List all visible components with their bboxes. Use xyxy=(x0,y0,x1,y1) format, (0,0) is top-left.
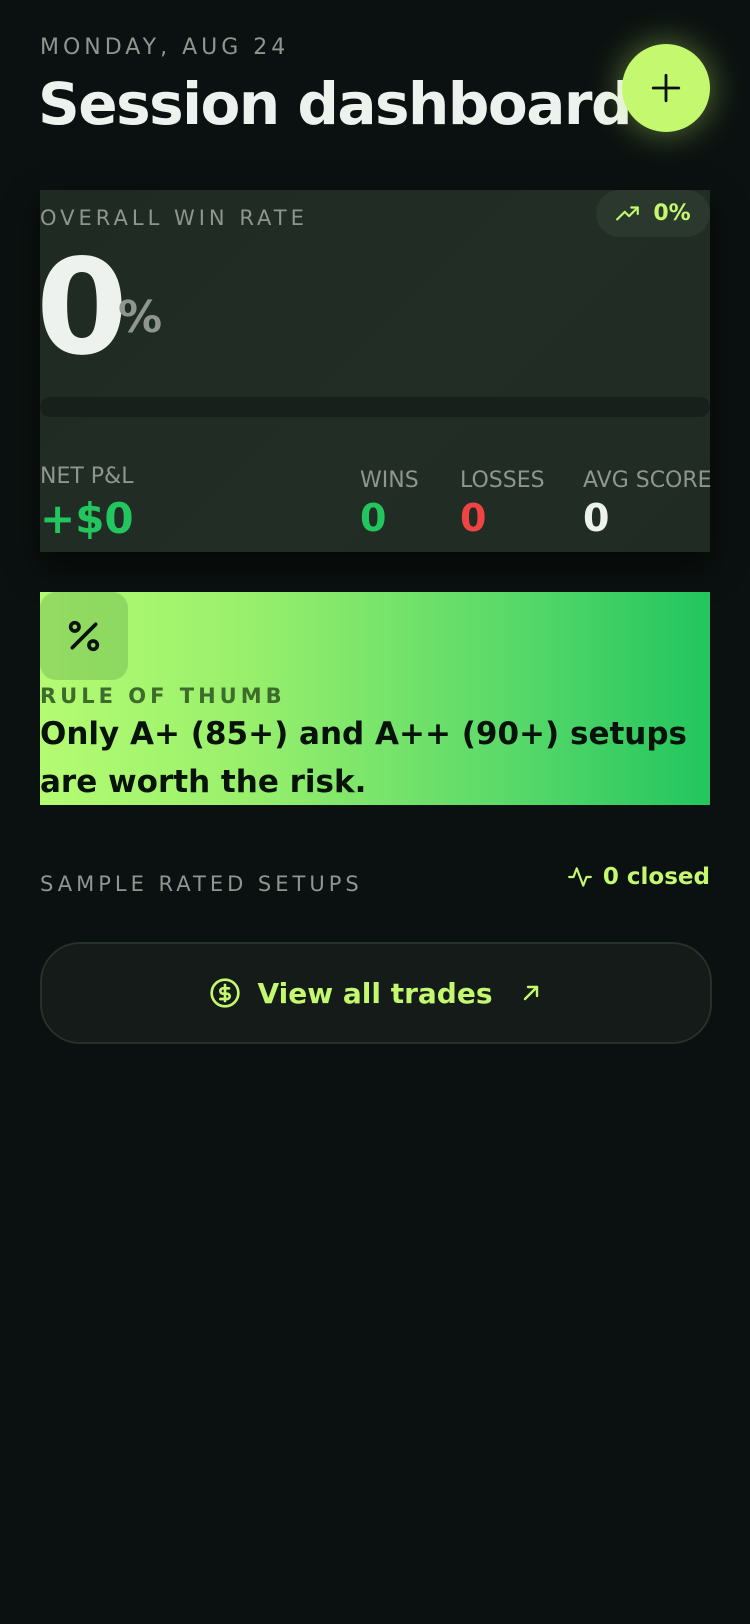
wins-value: 0 xyxy=(360,496,387,540)
avg-score-label: AVG SCORE xyxy=(583,468,712,493)
dollar-coin-icon xyxy=(210,978,241,1008)
win-rate-value: 0 xyxy=(36,231,128,385)
plus-icon xyxy=(651,73,681,103)
page-title: Session dashboard xyxy=(38,70,632,138)
win-rate-label: OVERALL WIN RATE xyxy=(40,206,308,230)
header-date: MONDAY, AUG 24 xyxy=(40,35,290,60)
wins-label: WINS xyxy=(360,468,419,493)
trending-up-icon xyxy=(616,205,640,220)
net-pnl-label: NET P&L xyxy=(40,464,134,489)
dashboard-page: MONDAY, AUG 24 Session dashboard OVERALL… xyxy=(0,0,750,1624)
net-pnl-value: +$0 xyxy=(40,494,134,543)
percent-icon xyxy=(68,620,100,652)
closed-count-text: 0 closed xyxy=(602,864,710,890)
rule-of-thumb-card: RULE OF THUMB Only A+ (85+) and A++ (90+… xyxy=(40,592,710,805)
win-rate-progress-bar xyxy=(40,397,710,417)
rule-of-thumb-label: RULE OF THUMB xyxy=(40,684,286,708)
percent-icon-box xyxy=(40,592,128,680)
setups-section-label: SAMPLE RATED SETUPS xyxy=(40,872,363,896)
win-rate-unit: % xyxy=(118,292,163,343)
view-all-trades-button[interactable]: View all trades xyxy=(40,942,712,1044)
closed-count: 0 closed xyxy=(567,864,710,890)
trend-badge: 0% xyxy=(596,190,710,237)
losses-value: 0 xyxy=(460,496,487,540)
trend-value: 0% xyxy=(653,201,691,226)
win-rate-card: OVERALL WIN RATE 0% 0 % NET P&L +$0 WINS… xyxy=(36,190,712,552)
losses-label: LOSSES xyxy=(460,468,545,493)
avg-score-value: 0 xyxy=(583,496,610,540)
view-all-trades-label: View all trades xyxy=(257,976,493,1010)
add-session-button[interactable] xyxy=(622,44,710,132)
activity-icon xyxy=(567,867,592,887)
arrow-up-right-icon xyxy=(523,985,538,1001)
rule-of-thumb-text: Only A+ (85+) and A++ (90+) setups are w… xyxy=(40,716,688,800)
